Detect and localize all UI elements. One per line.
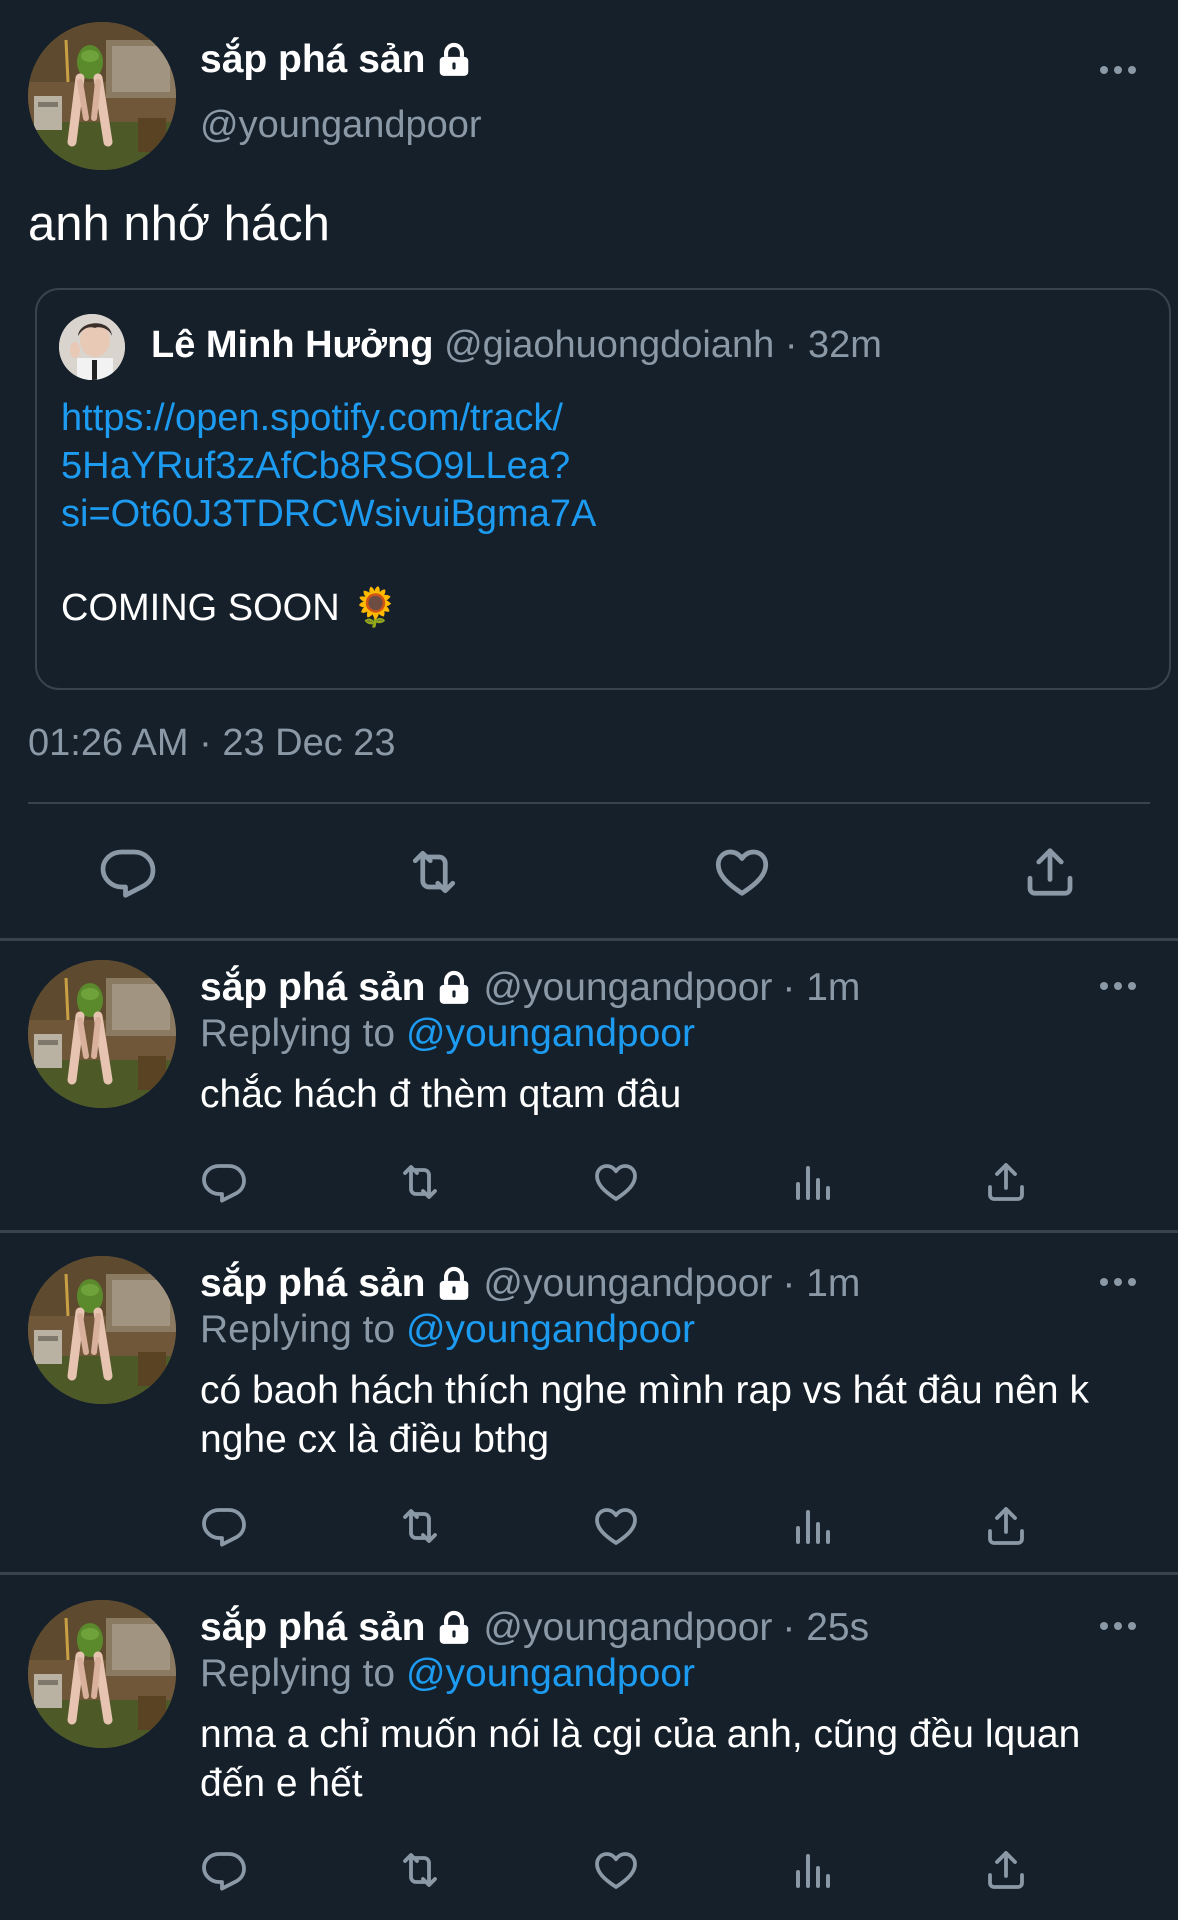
lock-icon bbox=[435, 1609, 473, 1647]
reply-icon[interactable] bbox=[200, 1158, 248, 1206]
author-handle[interactable]: @youngandpoor bbox=[483, 1606, 772, 1650]
main-tweet: sắp phá sản @youngandpoor anh nhớ hách L… bbox=[0, 0, 1178, 938]
share-icon[interactable] bbox=[982, 1846, 1030, 1894]
lock-icon bbox=[435, 1265, 473, 1303]
like-icon[interactable] bbox=[592, 1846, 640, 1894]
reply-text: chắc hách đ thèm qtam đâu bbox=[200, 1073, 682, 1116]
tweet-text: anh nhớ hách bbox=[28, 197, 330, 251]
replying-to: Replying to @youngandpoor bbox=[200, 1652, 695, 1696]
quoted-tweet[interactable]: Lê Minh Hưởng @giaohuongdoianh · 32m htt… bbox=[35, 288, 1171, 690]
quoted-link[interactable]: https://open.spotify.com/track/ 5HaYRuf3… bbox=[61, 394, 596, 538]
share-icon[interactable] bbox=[982, 1502, 1030, 1550]
avatar[interactable] bbox=[28, 22, 176, 170]
replying-handle[interactable]: @youngandpoor bbox=[406, 1012, 695, 1055]
reply-tweet[interactable]: sắp phá sản @youngandpoor · 25s Replying… bbox=[0, 1580, 1178, 1916]
avatar[interactable] bbox=[28, 960, 176, 1108]
quoted-link-line[interactable]: https://open.spotify.com/track/ bbox=[61, 394, 596, 442]
analytics-icon[interactable] bbox=[788, 1846, 836, 1894]
quoted-text-row: COMING SOON 🌻 bbox=[61, 586, 399, 630]
quoted-avatar[interactable] bbox=[59, 314, 125, 380]
replying-label: Replying to bbox=[200, 1652, 396, 1695]
more-icon[interactable] bbox=[1098, 1620, 1138, 1632]
reply-icon[interactable] bbox=[200, 1502, 248, 1550]
reply-time: · 25s bbox=[782, 1606, 870, 1649]
reply-icon[interactable] bbox=[200, 1846, 248, 1894]
analytics-icon[interactable] bbox=[788, 1158, 836, 1206]
quoted-time: · 32m bbox=[784, 324, 882, 366]
author-name-row[interactable]: sắp phá sản bbox=[200, 38, 473, 82]
like-icon[interactable] bbox=[592, 1502, 640, 1550]
retweet-icon[interactable] bbox=[396, 1158, 444, 1206]
author-handle[interactable]: @youngandpoor bbox=[483, 1262, 772, 1306]
divider bbox=[0, 1572, 1178, 1575]
sunflower-emoji: 🌻 bbox=[351, 587, 400, 629]
quoted-handle[interactable]: @giaohuongdoianh bbox=[444, 324, 774, 366]
tweet-timestamp[interactable]: 01:26 AM · 23 Dec 23 bbox=[28, 722, 396, 765]
quoted-link-line[interactable]: si=Ot60J3TDRCWsivuiBgma7A bbox=[61, 490, 596, 538]
more-icon[interactable] bbox=[1098, 64, 1138, 76]
reply-tweet[interactable]: sắp phá sản @youngandpoor · 1m Replying … bbox=[0, 940, 1178, 1230]
quoted-text: COMING SOON bbox=[61, 586, 340, 629]
reply-tweet[interactable]: sắp phá sản @youngandpoor · 1m Replying … bbox=[0, 1236, 1178, 1572]
retweet-icon[interactable] bbox=[396, 1502, 444, 1550]
retweet-icon[interactable] bbox=[396, 1846, 444, 1894]
replying-label: Replying to bbox=[200, 1012, 396, 1055]
author-name[interactable]: sắp phá sản bbox=[200, 966, 425, 1010]
reply-text: nma a chỉ muốn nói là cgi của anh, cũng … bbox=[200, 1713, 1081, 1805]
replying-label: Replying to bbox=[200, 1308, 396, 1351]
reply-header: sắp phá sản @youngandpoor · 25s bbox=[200, 1606, 869, 1650]
divider bbox=[0, 1230, 1178, 1233]
author-name[interactable]: sắp phá sản bbox=[200, 1606, 425, 1650]
share-icon[interactable] bbox=[1020, 842, 1080, 902]
quoted-name[interactable]: Lê Minh Hưởng bbox=[151, 324, 434, 366]
author-name[interactable]: sắp phá sản bbox=[200, 38, 425, 82]
replying-to: Replying to @youngandpoor bbox=[200, 1308, 695, 1352]
more-icon[interactable] bbox=[1098, 1276, 1138, 1288]
divider bbox=[28, 802, 1150, 804]
more-icon[interactable] bbox=[1098, 980, 1138, 992]
reply-text: có baoh hách thích nghe mình rap vs hát … bbox=[200, 1369, 1089, 1461]
avatar[interactable] bbox=[28, 1256, 176, 1404]
like-icon[interactable] bbox=[592, 1158, 640, 1206]
analytics-icon[interactable] bbox=[788, 1502, 836, 1550]
author-name[interactable]: sắp phá sản bbox=[200, 1262, 425, 1306]
share-icon[interactable] bbox=[982, 1158, 1030, 1206]
quoted-link-line[interactable]: 5HaYRuf3zAfCb8RSO9LLea? bbox=[61, 442, 596, 490]
quoted-header: Lê Minh Hưởng @giaohuongdoianh · 32m bbox=[151, 324, 882, 367]
reply-header: sắp phá sản @youngandpoor · 1m bbox=[200, 1262, 860, 1306]
reply-time: · 1m bbox=[782, 966, 861, 1009]
lock-icon bbox=[435, 41, 473, 79]
lock-icon bbox=[435, 969, 473, 1007]
retweet-icon[interactable] bbox=[404, 842, 464, 902]
replying-handle[interactable]: @youngandpoor bbox=[406, 1308, 695, 1351]
reply-icon[interactable] bbox=[98, 842, 158, 902]
avatar[interactable] bbox=[28, 1600, 176, 1748]
author-handle[interactable]: @youngandpoor bbox=[200, 104, 482, 147]
replying-handle[interactable]: @youngandpoor bbox=[406, 1652, 695, 1695]
reply-time: · 1m bbox=[782, 1262, 861, 1305]
like-icon[interactable] bbox=[712, 842, 772, 902]
author-handle[interactable]: @youngandpoor bbox=[483, 966, 772, 1010]
replying-to: Replying to @youngandpoor bbox=[200, 1012, 695, 1056]
reply-header: sắp phá sản @youngandpoor · 1m bbox=[200, 966, 860, 1010]
